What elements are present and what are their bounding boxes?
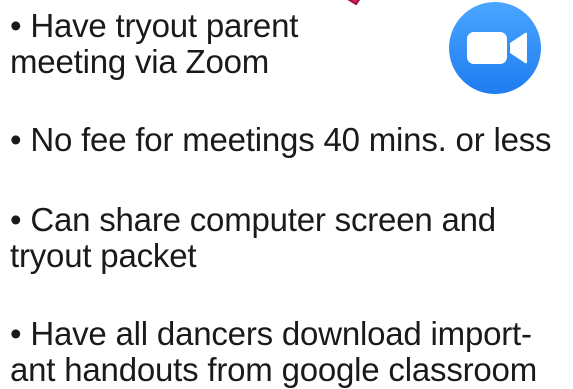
bullet-text-line: ant handouts from google classroom (10, 351, 538, 388)
bullet-text-line: • No fee for meetings 40 mins. or less (10, 121, 552, 158)
decorative-shape (347, 0, 361, 6)
zoom-video-camera-icon (449, 2, 541, 94)
bullet-text-line: • Can share computer screen and (10, 201, 496, 238)
bullet-text-line: • Have tryout parent (10, 7, 299, 44)
bullet-no-fee: • No fee for meetings 40 mins. or less (10, 121, 552, 158)
bullet-zoom-meeting: • Have tryout parent meeting via Zoom (10, 8, 298, 80)
bullet-share-screen: • Can share computer screen and tryout p… (10, 202, 496, 274)
bullet-text-line: tryout packet (10, 237, 197, 274)
bullet-text-line: meeting via Zoom (10, 43, 270, 80)
bullet-text-line: • Have all dancers download import- (10, 315, 532, 352)
bullet-download-handouts: • Have all dancers download import- ant … (10, 316, 537, 388)
slide: • Have tryout parent meeting via Zoom • … (0, 0, 573, 389)
